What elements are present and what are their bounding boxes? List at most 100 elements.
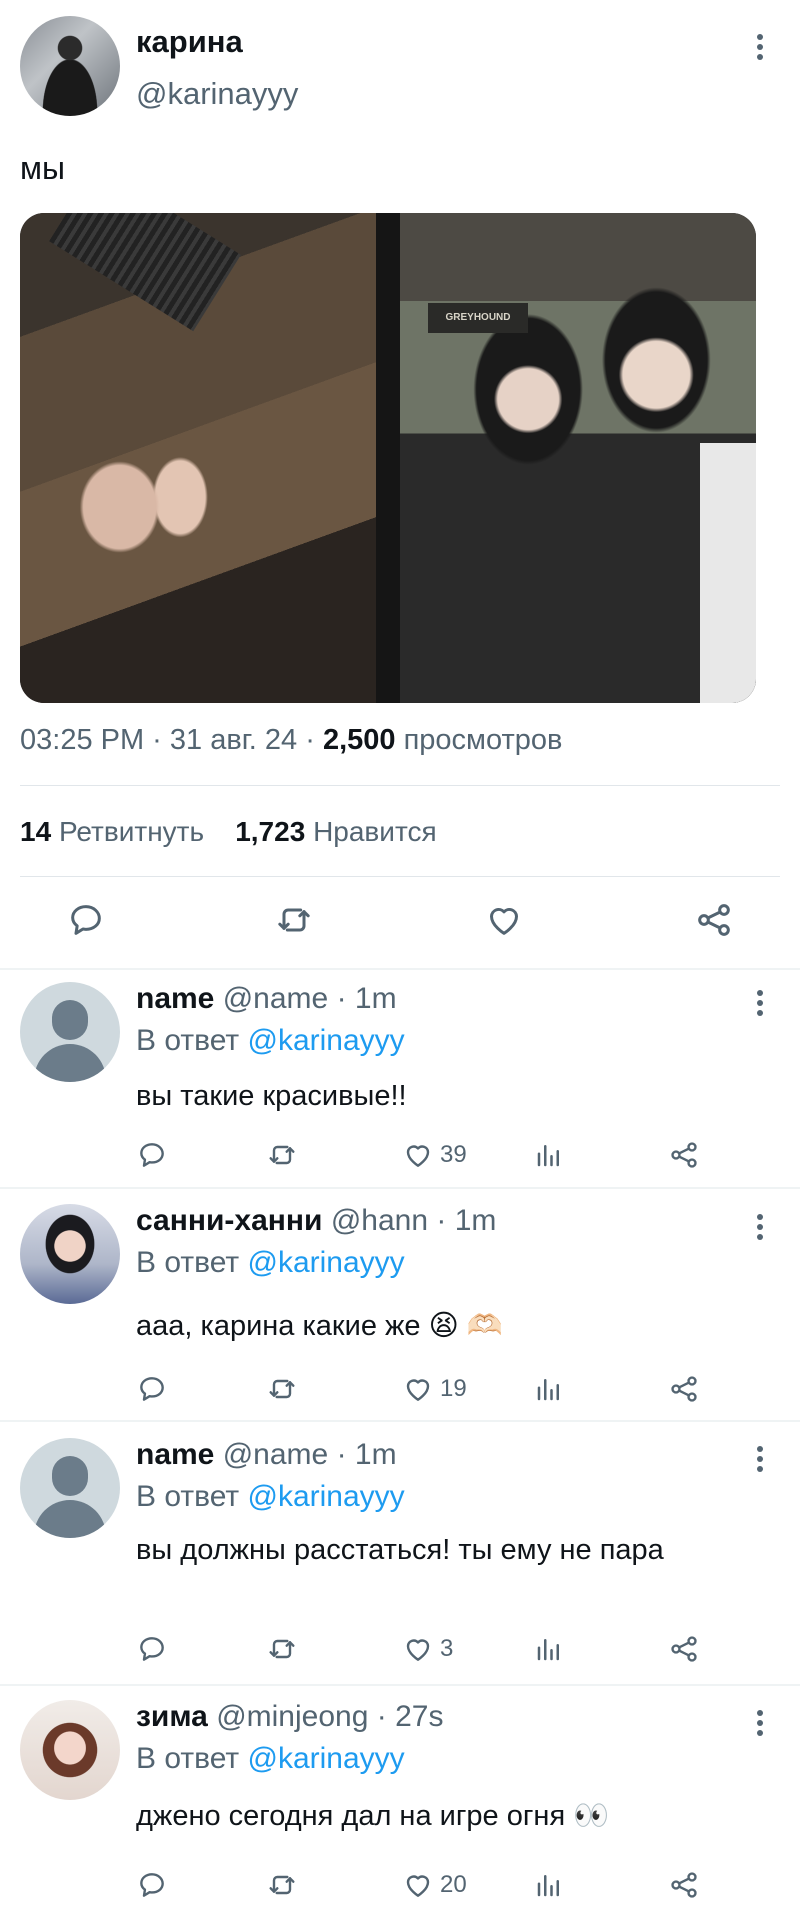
author-handle[interactable]: @karinayyy <box>136 76 298 112</box>
retweet-icon[interactable] <box>266 1138 298 1172</box>
views-icon[interactable] <box>534 1868 564 1902</box>
reply-author-handle[interactable]: @hann <box>331 1204 428 1237</box>
reply-author-name[interactable]: name <box>136 982 214 1015</box>
more-icon[interactable] <box>756 990 764 1018</box>
views-icon[interactable] <box>534 1138 564 1172</box>
retweets-count: 14 <box>20 816 52 847</box>
like-button[interactable]: 39 <box>402 1138 467 1172</box>
divider <box>20 876 780 877</box>
divider <box>0 1187 800 1189</box>
views-icon[interactable] <box>534 1632 564 1666</box>
reply-actions: 3 <box>136 1632 706 1666</box>
reply-to-link[interactable]: @karinayyy <box>247 1246 404 1279</box>
likes-count: 1,723 <box>235 816 306 847</box>
reply-icon[interactable] <box>136 1868 168 1902</box>
reply-text: вы должны расстаться! ты ему не пара <box>136 1534 664 1566</box>
reply-to-link[interactable]: @karinayyy <box>247 1480 404 1513</box>
reply-icon[interactable] <box>66 900 106 945</box>
reply-text: ааа, карина какие же 😫 🫶🏻 <box>136 1310 503 1342</box>
like-icon <box>402 1139 434 1171</box>
reply-icon[interactable] <box>136 1138 168 1172</box>
reply-to: В ответ @karinayyy <box>136 1742 405 1776</box>
reply-time: 1m <box>354 982 397 1015</box>
views-label: просмотров <box>395 724 563 756</box>
reply-to: В ответ @karinayyy <box>136 1246 405 1280</box>
reply-tweet[interactable]: name @name · 1m В ответ @karinayyy вы та… <box>0 970 800 1188</box>
reply-to-link[interactable]: @karinayyy <box>247 1024 404 1057</box>
more-icon[interactable] <box>756 1214 764 1242</box>
reply-author-handle[interactable]: @name <box>223 982 329 1015</box>
views-count: 2,500 <box>322 724 396 756</box>
reply-to-link[interactable]: @karinayyy <box>247 1742 404 1775</box>
tweet-stats: 14 Ретвитнуть 1,723 Нравится <box>20 816 437 848</box>
like-button[interactable]: 19 <box>402 1372 467 1406</box>
avatar[interactable] <box>20 1700 120 1800</box>
reply-actions: 19 <box>136 1372 706 1406</box>
author-name[interactable]: карина <box>136 24 243 60</box>
reply-icon[interactable] <box>136 1632 168 1666</box>
reply-author-handle[interactable]: @name <box>223 1438 329 1471</box>
reply-to-label: В ответ <box>136 1246 248 1279</box>
more-icon[interactable] <box>756 34 764 62</box>
reply-tweet[interactable]: name @name · 1m В ответ @karinayyy вы до… <box>0 1422 800 1684</box>
retweet-icon[interactable] <box>266 1372 298 1406</box>
like-icon <box>402 1373 434 1405</box>
retweet-icon[interactable] <box>266 1632 298 1666</box>
avatar[interactable] <box>20 1438 120 1538</box>
tweet-timestamp: 03:25 PM · 31 авг. 24 · <box>20 724 323 756</box>
like-icon[interactable] <box>484 900 524 945</box>
avatar[interactable] <box>20 1204 120 1304</box>
retweets-stat[interactable]: 14 Ретвитнуть <box>20 816 204 847</box>
likes-label: Нравится <box>313 816 437 847</box>
like-count: 20 <box>440 1871 467 1898</box>
like-icon <box>402 1633 434 1665</box>
tweet-meta: 03:25 PM · 31 авг. 24 · 2,500 просмотров <box>20 724 562 757</box>
reply-author-name[interactable]: name <box>136 1438 214 1471</box>
photo-couple[interactable]: GREYHOUND <box>400 213 756 703</box>
reply-to: В ответ @karinayyy <box>136 1024 405 1058</box>
tweet-media[interactable]: GREYHOUND <box>20 213 756 703</box>
share-icon[interactable] <box>668 1868 700 1902</box>
like-count: 3 <box>440 1635 454 1662</box>
reply-actions: 20 <box>136 1868 706 1902</box>
reply-text: вы такие красивые!! <box>136 1080 407 1112</box>
reply-author-handle[interactable]: @minjeong <box>216 1700 368 1733</box>
photo-sign: GREYHOUND <box>428 303 528 333</box>
retweets-label: Ретвитнуть <box>58 816 205 847</box>
share-icon[interactable] <box>668 1632 700 1666</box>
reply-tweet[interactable]: зима @minjeong · 27s В ответ @karinayyy … <box>0 1686 800 1920</box>
reply-to-label: В ответ <box>136 1480 248 1513</box>
main-tweet: карина @karinayyy мы GREYHOUND 03:25 PM … <box>0 0 800 970</box>
more-icon[interactable] <box>756 1446 764 1474</box>
likes-stat[interactable]: 1,723 Нравится <box>235 816 436 847</box>
share-icon[interactable] <box>668 1138 700 1172</box>
reply-time: 27s <box>395 1700 444 1733</box>
reply-time: 1m <box>454 1204 497 1237</box>
reply-text: джено сегодня дал на игре огня 👀 <box>136 1800 610 1832</box>
author-avatar[interactable] <box>20 16 120 116</box>
like-icon <box>402 1869 434 1901</box>
retweet-icon[interactable] <box>266 1868 298 1902</box>
retweet-icon[interactable] <box>274 900 314 945</box>
like-count: 39 <box>440 1141 467 1168</box>
avatar[interactable] <box>20 982 120 1082</box>
like-count: 19 <box>440 1375 467 1402</box>
share-icon[interactable] <box>668 1372 700 1406</box>
reply-author-name[interactable]: санни-ханни <box>136 1204 322 1237</box>
reply-author-name[interactable]: зима <box>136 1700 208 1733</box>
like-button[interactable]: 20 <box>402 1868 467 1902</box>
photo-holding-hands[interactable] <box>20 213 376 703</box>
reply-time: 1m <box>354 1438 397 1471</box>
like-button[interactable]: 3 <box>402 1632 453 1666</box>
reply-to-label: В ответ <box>136 1024 248 1057</box>
reply-to: В ответ @karinayyy <box>136 1480 405 1514</box>
views-icon[interactable] <box>534 1372 564 1406</box>
tweet-text: мы <box>20 150 65 186</box>
reply-actions: 39 <box>136 1138 706 1172</box>
more-icon[interactable] <box>756 1710 764 1738</box>
reply-to-label: В ответ <box>136 1742 248 1775</box>
reply-icon[interactable] <box>136 1372 168 1406</box>
reply-tweet[interactable]: санни-ханни @hann · 1m В ответ @karinayy… <box>0 1190 800 1420</box>
divider <box>20 785 780 786</box>
share-icon[interactable] <box>694 900 734 945</box>
